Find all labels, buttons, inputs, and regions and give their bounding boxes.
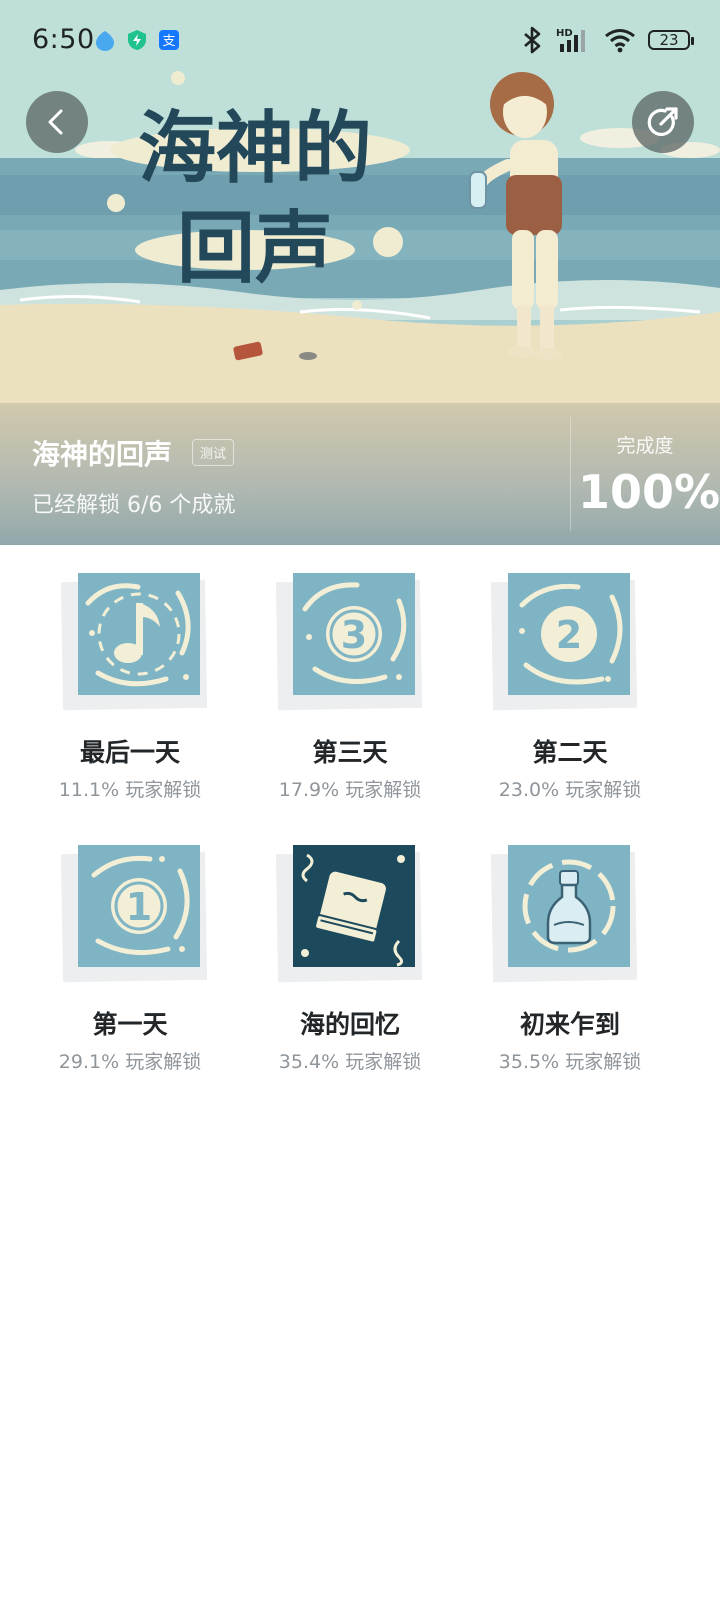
achievement-name: 初来乍到 <box>519 1010 620 1039</box>
game-title: 海神的回声 <box>32 438 173 471</box>
number-one-icon: 1 <box>78 845 200 967</box>
bottle-icon <box>508 845 630 967</box>
wifi-icon <box>605 29 635 53</box>
achievement-rate: 35.5% 玩家解锁 <box>498 1051 642 1073</box>
bluetooth-icon <box>524 26 541 54</box>
unlock-summary: 已经解锁 6/6 个成就 <box>32 493 236 518</box>
completion-label: 完成度 <box>616 435 674 457</box>
music-note-icon <box>78 573 200 695</box>
number-two-icon: 2 <box>508 573 630 695</box>
share-icon <box>647 107 678 136</box>
battery-indicator: 23 <box>648 30 694 50</box>
alipay-icon: 支 <box>159 30 179 50</box>
svg-text:2: 2 <box>556 613 582 657</box>
chevron-left-icon <box>48 109 63 135</box>
achievement-name: 第二天 <box>532 738 608 767</box>
blue-drop-icon <box>96 31 114 51</box>
status-app-icons: 支 <box>94 29 180 51</box>
status-right: HD 23 <box>520 26 694 54</box>
status-time: 6:50 <box>32 24 95 55</box>
artwork-title-line2: 回声 <box>177 204 333 294</box>
number-three-icon: 3 <box>293 573 415 695</box>
svg-text:支: 支 <box>162 34 175 49</box>
share-button[interactable] <box>632 91 694 153</box>
game-info-band: 海神的回声 测试 已经解锁 6/6 个成就 完成度 100% <box>0 403 720 545</box>
completion-value: 100% <box>578 465 720 519</box>
hd-signal-icon: HD <box>556 28 585 52</box>
svg-text:3: 3 <box>341 613 367 657</box>
game-hero-banner: 海神的 回声 6:50 支 HD 23 海神的回声 测试 已经解锁 6/6 个成… <box>0 0 720 545</box>
achievement-rate: 23.0% 玩家解锁 <box>498 779 642 801</box>
green-shield-icon <box>128 30 146 50</box>
status-bar: 6:50 支 HD 23 <box>0 0 720 86</box>
artwork-title-line1: 海神的 <box>138 104 372 194</box>
test-badge: 测试 <box>192 439 235 466</box>
back-button[interactable] <box>26 91 88 153</box>
book-icon <box>293 845 415 967</box>
svg-text:1: 1 <box>126 885 152 929</box>
network-label: HD <box>556 28 573 39</box>
